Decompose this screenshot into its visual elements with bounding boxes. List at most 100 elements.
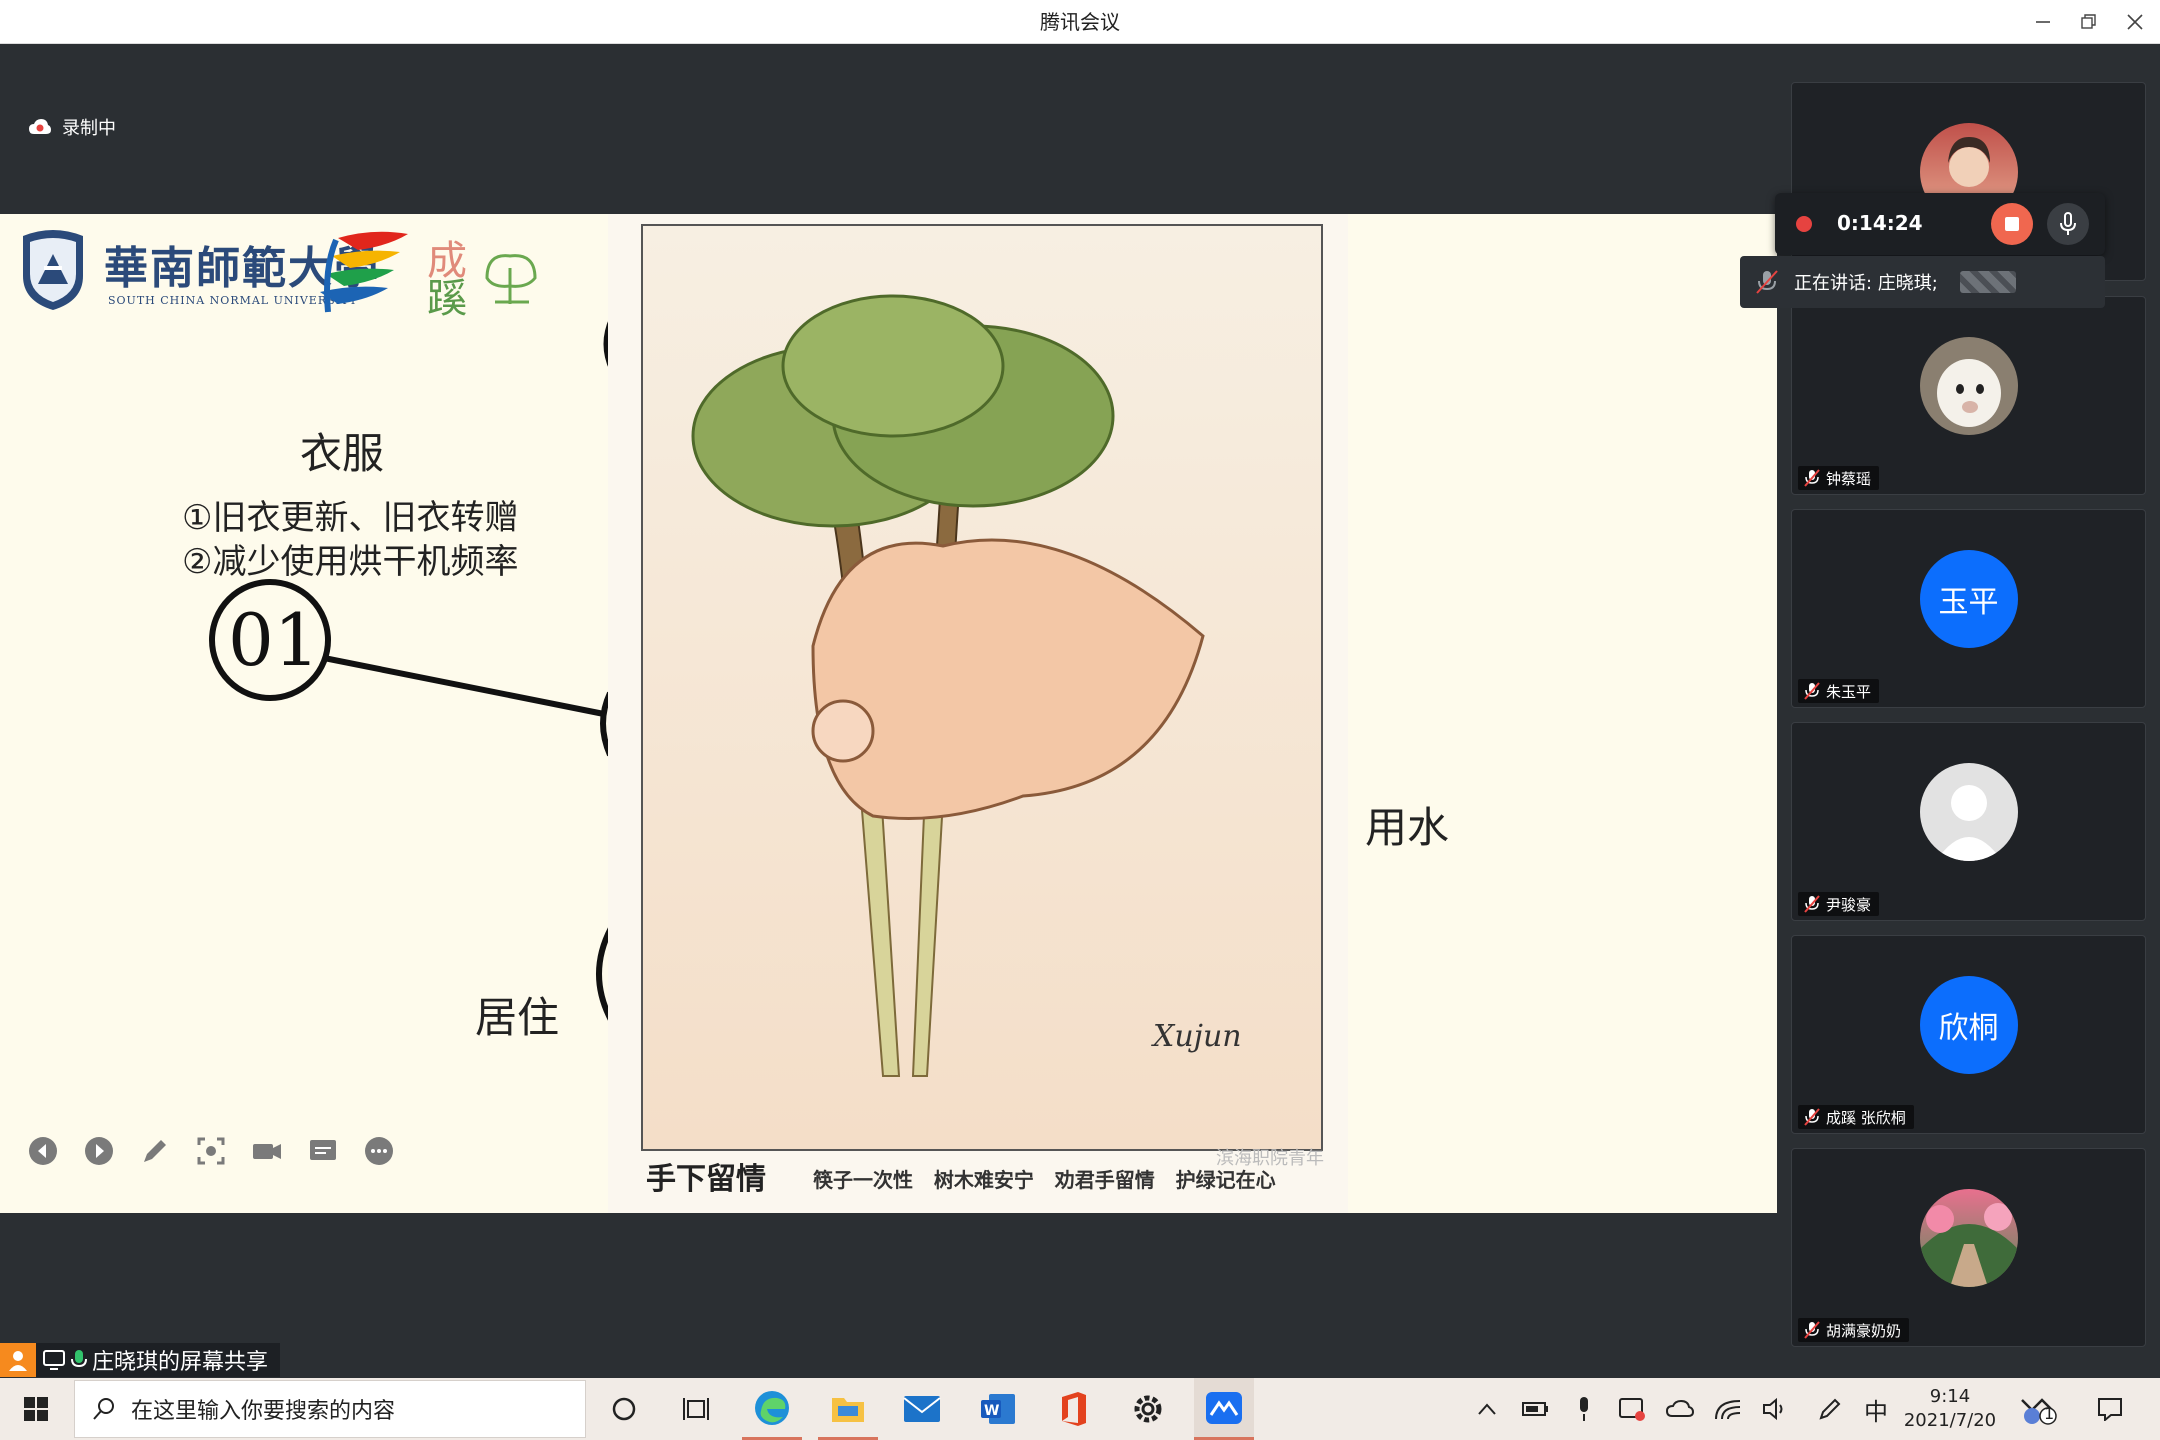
mic-muted-icon <box>1804 682 1820 700</box>
minimize-icon <box>2036 21 2050 23</box>
stop-recording-button[interactable] <box>1991 203 2033 245</box>
speaking-label: 正在讲话: 庄晓琪; <box>1794 273 1938 294</box>
windows-logo-icon <box>24 1397 48 1421</box>
mic-tray[interactable] <box>1564 1378 1604 1440</box>
ime-indicator[interactable]: 中 <box>1856 1378 1896 1440</box>
clock[interactable]: 9:14 2021/7/20 <box>1898 1378 2002 1440</box>
mic-button[interactable] <box>2047 203 2089 245</box>
subtitle-icon[interactable] <box>308 1136 338 1166</box>
settings-app[interactable] <box>1118 1378 1178 1440</box>
restore-button[interactable] <box>2066 0 2112 44</box>
illustration-frame: Xujun <box>641 224 1323 1151</box>
participant-name-bar: 胡满豪奶奶 <box>1798 1318 1910 1342</box>
start-button[interactable] <box>6 1378 66 1440</box>
file-explorer-app[interactable] <box>818 1378 878 1440</box>
caption-text: 筷子一次性 树木难安宁 劝君手留情 护绿记在心 <box>813 1168 1276 1192</box>
participant-name: 朱玉平 <box>1826 682 1872 701</box>
action-center-button[interactable] <box>2090 1378 2130 1440</box>
participant-tile[interactable]: 玉平 朱玉平 <box>1791 509 2146 708</box>
water-label: 用水 <box>1365 803 1450 852</box>
wifi-tray[interactable] <box>1708 1378 1748 1440</box>
search-icon <box>93 1398 114 1420</box>
onedrive-tray[interactable] <box>1660 1378 1700 1440</box>
avatar: 玉平 <box>1919 550 2018 648</box>
meet-now-tray[interactable]: 1 <box>2010 1378 2070 1440</box>
recording-control: 0:14:24 <box>1775 193 2105 255</box>
participant-name: 成蹊 张欣桐 <box>1826 1108 1906 1127</box>
tencent-meeting-app[interactable] <box>1194 1378 1254 1440</box>
office-icon <box>1062 1392 1086 1426</box>
participant-tile[interactable]: 胡满豪奶奶 <box>1791 1148 2146 1347</box>
folder-icon <box>832 1397 864 1422</box>
volume-tray[interactable] <box>1756 1378 1796 1440</box>
pen-tray[interactable] <box>1810 1378 1850 1440</box>
battery-icon <box>1522 1402 1548 1416</box>
artist-signature: Xujun <box>1151 1019 1242 1054</box>
cortana-icon <box>612 1397 636 1421</box>
shared-slide: 華南師範大學 SOUTH CHINA NORMAL UNIVERSITY 成 蹊… <box>0 214 1777 1213</box>
landscape-photo-icon <box>1919 1203 2018 1287</box>
previous-slide-icon[interactable] <box>28 1136 58 1166</box>
participant-tile[interactable]: 欣桐 成蹊 张欣桐 <box>1791 935 2146 1134</box>
default-user-icon <box>1935 785 2002 861</box>
participant-name-bar: 成蹊 张欣桐 <box>1798 1105 1914 1129</box>
share-label: 庄晓琪的屏幕共享 <box>92 1350 269 1375</box>
task-view-icon <box>683 1398 709 1420</box>
participant-name: 钟蔡瑶 <box>1826 469 1872 488</box>
stop-icon <box>2005 217 2019 231</box>
show-hidden-icons-button[interactable] <box>1470 1378 1504 1440</box>
search-placeholder: 在这里输入你要搜索的内容 <box>131 1399 396 1424</box>
caption-title: 手下留情 <box>646 1162 766 1197</box>
notification-count: 1 <box>2044 1404 2055 1423</box>
close-button[interactable] <box>2112 0 2158 44</box>
chevron-up-icon <box>1478 1403 1496 1415</box>
camera-icon[interactable] <box>252 1136 282 1166</box>
cortana-button[interactable] <box>594 1378 654 1440</box>
avatar: 欣桐 <box>1919 976 2018 1074</box>
edge-browser-icon <box>755 1390 789 1425</box>
mail-icon <box>903 1396 941 1422</box>
more-options-icon[interactable] <box>364 1136 394 1166</box>
tree-logo-icon <box>485 254 537 304</box>
chopsticks-tree-illustration: Xujun <box>691 294 1242 1077</box>
mic-muted-icon <box>1804 1108 1820 1126</box>
task-view-button[interactable] <box>666 1378 726 1440</box>
clock-time: 9:14 <box>1929 1386 1971 1407</box>
screen-record-icon <box>1619 1398 1645 1421</box>
next-slide-icon[interactable] <box>84 1136 114 1166</box>
zoom-icon[interactable] <box>196 1136 226 1166</box>
number-badge: 01 <box>228 598 320 682</box>
university-crest-icon <box>23 230 83 310</box>
participant-name: 尹骏豪 <box>1826 895 1872 914</box>
mic-muted-icon <box>1756 270 1778 294</box>
participant-tile[interactable]: 钟蔡瑶 <box>1791 296 2146 495</box>
participant-tile[interactable]: 尹骏豪 <box>1791 722 2146 921</box>
housing-label: 居住 <box>475 993 560 1042</box>
minimize-button[interactable] <box>2020 0 2066 44</box>
edge-app[interactable] <box>742 1378 802 1440</box>
chengxi-char-2: 蹊 <box>427 276 467 322</box>
mic-muted-icon <box>1804 1321 1820 1339</box>
mic-muted-icon <box>1804 895 1820 913</box>
pen-icon[interactable] <box>140 1136 170 1166</box>
meeting-tray[interactable] <box>1612 1378 1652 1440</box>
tencent-meeting-icon <box>1206 1391 1242 1424</box>
university-logo <box>18 226 88 312</box>
avatar <box>1919 337 2018 435</box>
microphone-active-icon <box>71 1350 87 1368</box>
speaking-wave <box>1959 271 2016 293</box>
wifi-icon <box>1715 1400 1741 1420</box>
screen-share-label: 庄晓琪的屏幕共享 <box>0 1343 281 1377</box>
clothing-title: 衣服 <box>300 429 385 478</box>
screen-share-icon <box>43 1350 65 1370</box>
mail-app[interactable] <box>892 1378 952 1440</box>
gear-icon <box>1134 1395 1162 1423</box>
word-app[interactable]: W <box>968 1378 1028 1440</box>
battery-tray[interactable] <box>1516 1378 1556 1440</box>
title-bar: 腾讯会议 <box>0 0 2160 44</box>
taskbar-search[interactable]: 在这里输入你要搜索的内容 <box>74 1380 586 1438</box>
clock-date: 2021/7/20 <box>1903 1410 1997 1431</box>
office-app[interactable] <box>1044 1378 1104 1440</box>
mic-muted-icon <box>1804 469 1820 487</box>
sheep-photo-icon <box>1936 359 2001 427</box>
